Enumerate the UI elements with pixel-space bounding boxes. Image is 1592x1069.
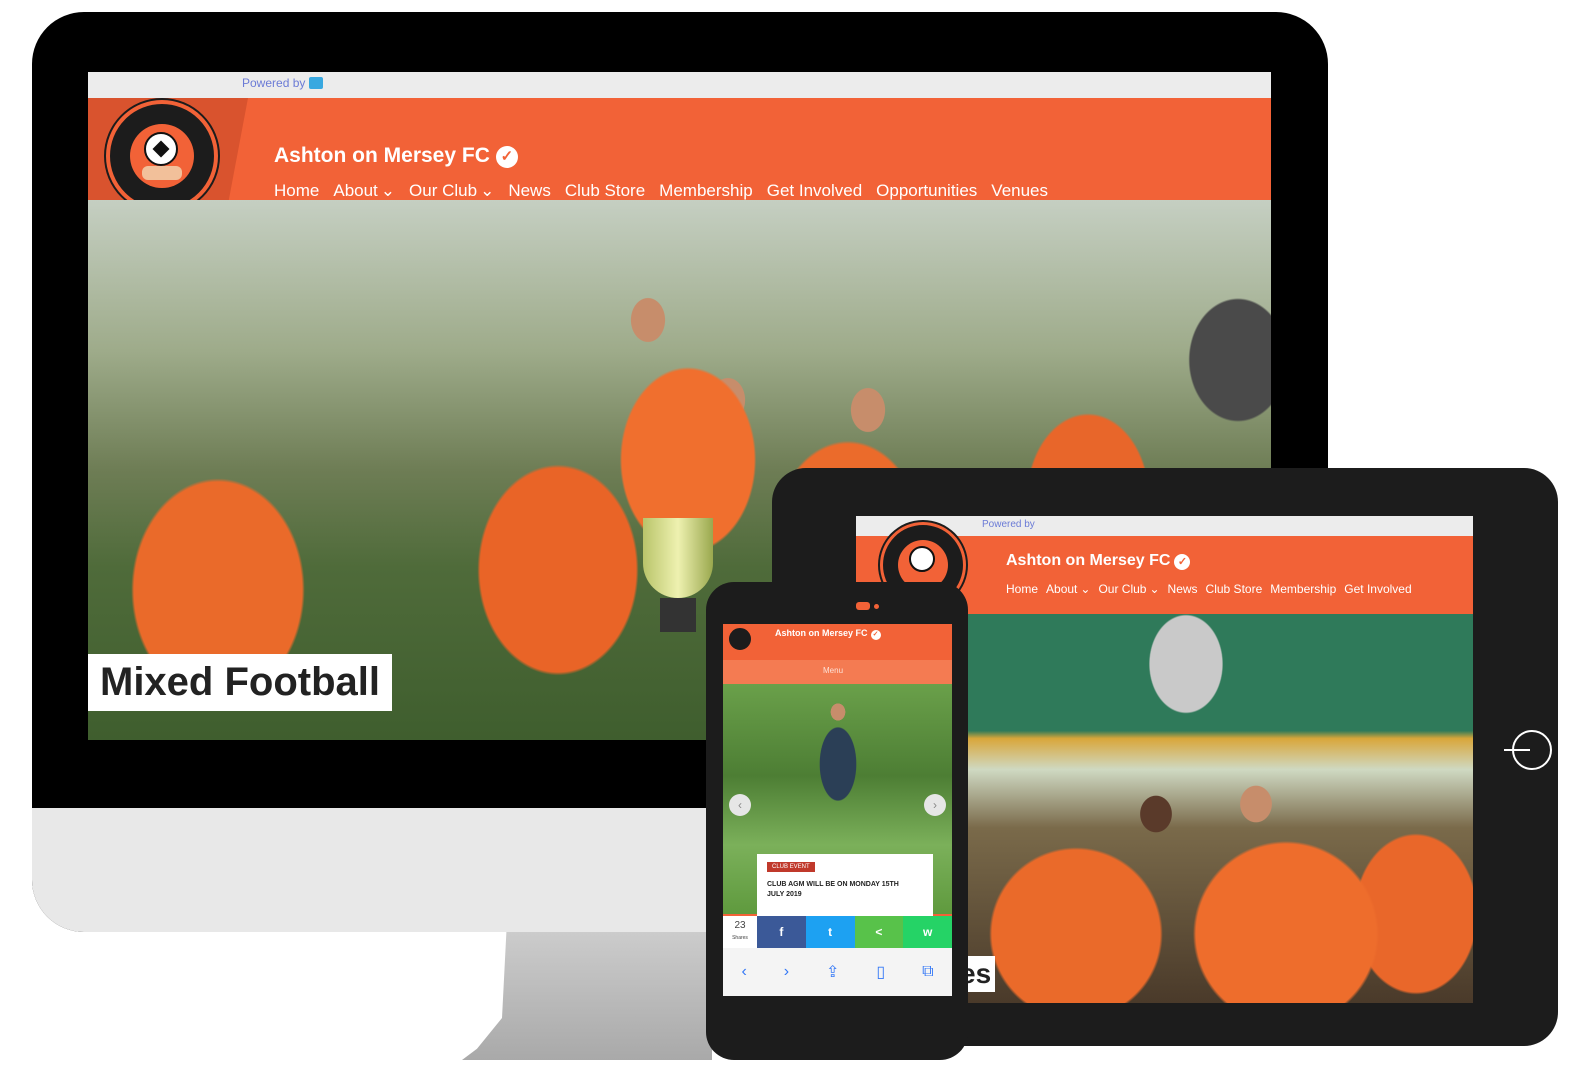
camera-icon (856, 602, 870, 610)
nav-membership[interactable]: Membership (1270, 582, 1336, 596)
phone-news-slider[interactable]: ‹ › CLUB EVENT CLUB AGM WILL BE ON MONDA… (723, 684, 952, 930)
powered-by-shirt-icon (309, 77, 324, 89)
powered-by-bar: Powered by (88, 72, 1271, 98)
bookmarks-icon[interactable]: ▯ (876, 962, 885, 982)
nav-news[interactable]: News (1168, 582, 1198, 596)
nav-club-store[interactable]: Club Store (1206, 582, 1263, 596)
powered-by-link[interactable]: Powered by (242, 76, 324, 90)
verified-check-icon: ✓ (495, 146, 518, 168)
site-title[interactable]: Ashton on Mersey FC ✓ (274, 144, 518, 168)
news-headline: CLUB AGM WILL BE ON MONDAY 15TH JULY 201… (767, 881, 899, 898)
nav-opportunities[interactable]: Opportunities (876, 181, 977, 201)
site-header: Ashton on Mersey FC ✓ Home About ⌄ Our Clu… (88, 98, 1271, 212)
handshake-icon (142, 166, 182, 180)
home-button-line-icon (1504, 749, 1530, 751)
slider-prev-arrow-icon[interactable]: ‹ (729, 794, 751, 816)
share-count: 23 Shares (723, 916, 757, 948)
phone-device: Ashton on Mersey FC ✓ Menu ‹ › CLUB EVENT… (706, 582, 968, 1060)
powered-by-link[interactable]: Powered by (982, 519, 1035, 530)
hero-caption: Mixed Football (88, 654, 392, 711)
whatsapp-share-button[interactable]: w (903, 916, 952, 948)
generic-share-button[interactable]: < (854, 916, 904, 948)
nav-venues[interactable]: Venues (991, 181, 1048, 201)
trophy-cup (643, 518, 713, 598)
nav-about[interactable]: About ⌄ (1046, 582, 1090, 596)
nav-home[interactable]: Home (1006, 582, 1038, 596)
tablet-home-button[interactable] (1504, 730, 1556, 774)
crest-inner (130, 124, 194, 188)
sensor-icon (874, 604, 879, 609)
football-icon (144, 132, 178, 166)
verified-check-icon: ✓ (870, 630, 881, 640)
back-arrow-icon[interactable]: ‹ (741, 963, 746, 981)
nav-club-store[interactable]: Club Store (565, 181, 645, 201)
share-bar: 23 Shares f t < w (723, 916, 952, 948)
phone-menu-bar[interactable]: Menu (723, 660, 952, 684)
news-category-tag: CLUB EVENT (767, 862, 815, 872)
site-title[interactable]: Ashton on Mersey FC ✓ (1006, 552, 1191, 570)
facebook-share-button[interactable]: f (757, 916, 806, 948)
nav-about[interactable]: About ⌄ (333, 181, 395, 201)
nav-get-involved[interactable]: Get Involved (1344, 582, 1411, 596)
chevron-down-icon: ⌄ (1149, 582, 1160, 596)
verified-check-icon: ✓ (1174, 554, 1191, 570)
slider-next-arrow-icon[interactable]: › (924, 794, 946, 816)
club-crest-logo[interactable] (727, 626, 753, 652)
main-nav: Home About ⌄ Our Club ⌄ News Club Store Me… (274, 181, 1048, 201)
nav-home[interactable]: Home (274, 181, 319, 201)
tablet-main-nav: Home About ⌄ Our Club ⌄ News Club Store Me… (1006, 582, 1412, 596)
football-icon (909, 546, 935, 572)
browser-toolbar: ‹ › ⇪ ▯ ⧉ (723, 948, 952, 996)
menu-label: Menu (823, 666, 844, 675)
chevron-down-icon: ⌄ (380, 181, 396, 200)
tabs-icon[interactable]: ⧉ (922, 963, 933, 981)
share-icon[interactable]: ⇪ (826, 962, 839, 982)
chevron-down-icon: ⌄ (1080, 582, 1091, 596)
nav-get-involved[interactable]: Get Involved (767, 181, 862, 201)
phone-site-header: Ashton on Mersey FC ✓ (723, 624, 952, 660)
forward-arrow-icon[interactable]: › (784, 963, 789, 981)
twitter-share-button[interactable]: t (805, 916, 855, 948)
trophy-base (660, 598, 696, 632)
nav-news[interactable]: News (508, 181, 551, 201)
nav-our-club[interactable]: Our Club ⌄ (1098, 582, 1159, 596)
chevron-down-icon: ⌄ (480, 181, 495, 200)
nav-membership[interactable]: Membership (659, 181, 753, 201)
club-crest-logo[interactable] (106, 100, 218, 212)
monitor-stand (462, 920, 712, 1060)
phone-screen: Ashton on Mersey FC ✓ Menu ‹ › CLUB EVENT… (723, 624, 952, 996)
site-title[interactable]: Ashton on Mersey FC ✓ (775, 628, 881, 640)
nav-our-club[interactable]: Our Club ⌄ (409, 181, 494, 201)
